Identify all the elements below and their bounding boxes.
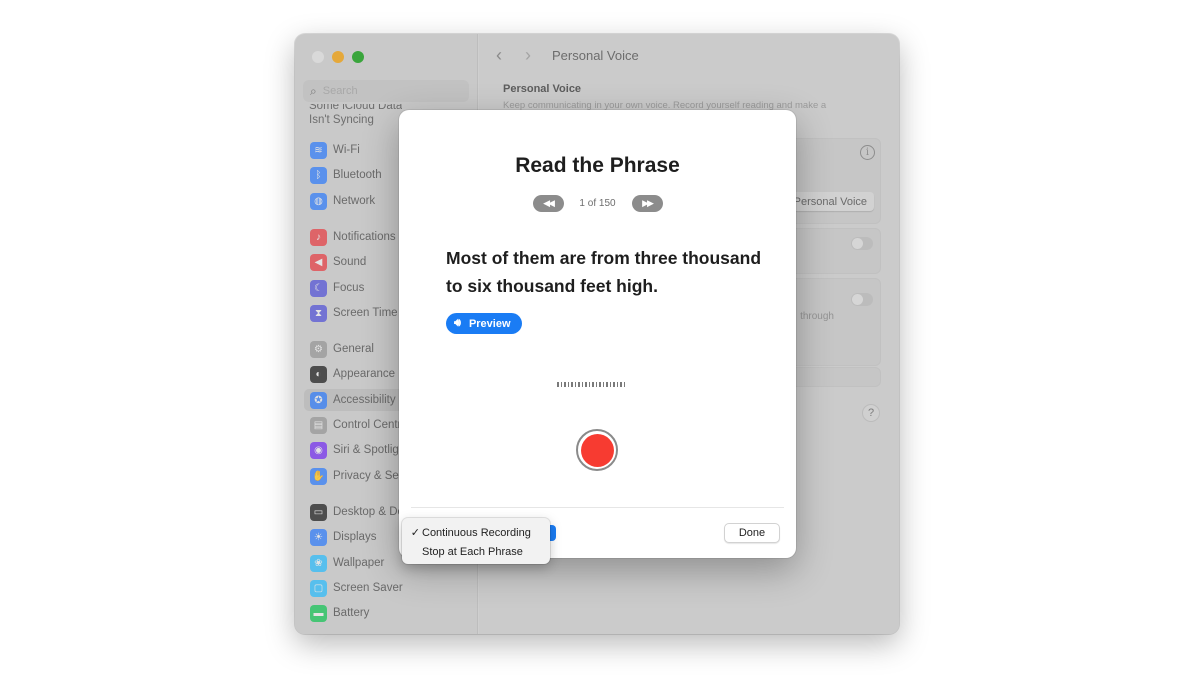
preview-button[interactable]: 🔊︎ Preview (446, 313, 522, 334)
level-tick (578, 382, 580, 387)
gear-icon: ⚙ (310, 340, 327, 358)
level-tick (585, 382, 587, 387)
search-placeholder: Search (322, 85, 358, 97)
preview-label: Preview (468, 317, 511, 330)
forward-button[interactable]: › (525, 45, 531, 66)
checkmark-icon: ✓ (410, 527, 420, 539)
phrase-counter: 1 of 150 (579, 198, 616, 209)
level-tick (613, 382, 615, 387)
page-title: Personal Voice (552, 48, 639, 63)
sidebar-item-label: Screen Time (333, 307, 398, 319)
previous-phrase-button[interactable]: ◀◀ (532, 195, 564, 212)
level-tick (564, 382, 566, 387)
appearance-icon: ◐ (310, 365, 327, 383)
zoom-window-button[interactable] (352, 51, 364, 63)
level-tick (592, 382, 594, 387)
record-icon (580, 433, 614, 467)
level-tick (606, 382, 608, 387)
fast-forward-icon: ▶▶ (642, 198, 654, 208)
recording-mode-menu: ✓ Continuous Recording Stop at Each Phra… (402, 518, 550, 564)
sidebar-item-label: Screen Saver (333, 582, 403, 594)
level-tick (599, 382, 601, 387)
sidebar-item-label: Network (333, 195, 376, 207)
help-button[interactable]: ? (862, 404, 880, 422)
back-button[interactable]: ‹ (496, 45, 502, 66)
displays-icon: ☀ (310, 528, 327, 546)
icloud-warning-line1: Some iCloud Data (309, 104, 403, 112)
bluetooth-icon: ᛒ (310, 166, 327, 184)
sidebar-item-label: Appearance (333, 368, 396, 380)
screen-saver-icon: ▢ (310, 579, 327, 597)
level-tick (602, 382, 604, 387)
control-centre-icon: ▤ (310, 416, 327, 434)
level-tick (557, 382, 559, 387)
sidebar-item-label: Wallpaper (333, 557, 385, 569)
level-tick (571, 382, 573, 387)
menu-item-stop-at-each-phrase[interactable]: Stop at Each Phrase (402, 542, 550, 561)
level-tick (616, 382, 618, 387)
icloud-warning-line2: Isn't Syncing (309, 114, 374, 126)
level-tick (574, 382, 576, 387)
next-phrase-button[interactable]: ▶▶ (631, 195, 663, 212)
toggle-switch-2[interactable] (851, 293, 873, 306)
level-tick (560, 382, 562, 387)
accessibility-icon: ✪ (310, 391, 327, 409)
menu-item-continuous-recording[interactable]: ✓ Continuous Recording (402, 523, 550, 542)
sidebar-item-label: General (333, 343, 374, 355)
audio-level-meter (557, 382, 625, 387)
sheet-divider (411, 507, 784, 508)
sidebar-item-screen-saver[interactable]: ▢ Screen Saver (304, 577, 474, 599)
record-button[interactable] (576, 429, 618, 471)
search-input[interactable]: ⌕ Search (303, 80, 469, 102)
level-tick (581, 382, 583, 387)
battery-icon: ▬ (310, 604, 327, 622)
sidebar-item-label: Focus (333, 282, 365, 294)
sheet-title: Read the Phrase (515, 154, 680, 177)
icloud-warning[interactable]: Some iCloud Data Isn't Syncing (309, 104, 402, 128)
speaker-icon: 🔊︎ (454, 317, 461, 329)
wifi-icon: ≋ (310, 141, 327, 159)
menu-item-label: Continuous Recording (422, 526, 531, 539)
level-tick (588, 382, 590, 387)
sidebar-item-label: Displays (333, 531, 377, 543)
sidebar-item-battery[interactable]: ▬ Battery (304, 602, 474, 624)
sidebar-item-label: Battery (333, 607, 370, 619)
wallpaper-icon: ❀ (310, 554, 327, 572)
level-tick (595, 382, 597, 387)
close-window-button[interactable] (312, 51, 324, 63)
level-tick (623, 382, 625, 387)
speaker-icon: ◀ (310, 253, 327, 271)
sidebar-item-label: Sound (333, 256, 367, 268)
sidebar-item-label: Notifications (333, 231, 396, 243)
section-title: Personal Voice (503, 83, 582, 95)
sidebar-item-label: Siri & Spotlight (333, 444, 409, 456)
rewind-icon: ◀◀ (543, 198, 555, 208)
done-button[interactable]: Done (724, 523, 780, 543)
sidebar-item-label: Accessibility (333, 394, 396, 406)
search-icon: ⌕ (310, 83, 317, 98)
toggle-switch-1[interactable] (851, 237, 873, 250)
read-phrase-sheet: Read the Phrase ◀◀ 1 of 150 ▶▶ Most of t… (399, 110, 796, 558)
moon-icon: ☾ (310, 279, 327, 297)
hourglass-icon: ⧗ (310, 304, 327, 322)
sidebar-item-label: Control Centre (333, 419, 408, 431)
menu-item-label: Stop at Each Phrase (422, 545, 523, 558)
level-tick (567, 382, 569, 387)
bell-icon: ♪ (310, 228, 327, 246)
settings-card-2-text: through (800, 311, 834, 322)
level-tick (620, 382, 622, 387)
siri-icon: ◉ (310, 441, 327, 459)
hand-icon: ✋ (310, 467, 327, 485)
sidebar-item-label: Bluetooth (333, 169, 382, 181)
traffic-lights (312, 51, 364, 63)
dock-icon: ▭ (310, 503, 327, 521)
info-icon[interactable]: i (860, 145, 875, 160)
sidebar-item-label: Wi-Fi (333, 144, 360, 156)
network-icon: ◍ (310, 192, 327, 210)
level-tick (609, 382, 611, 387)
phrase-text: Most of them are from three thousand to … (446, 248, 762, 296)
phrase-pager: ◀◀ 1 of 150 ▶▶ (399, 195, 796, 212)
minimize-window-button[interactable] (332, 51, 344, 63)
